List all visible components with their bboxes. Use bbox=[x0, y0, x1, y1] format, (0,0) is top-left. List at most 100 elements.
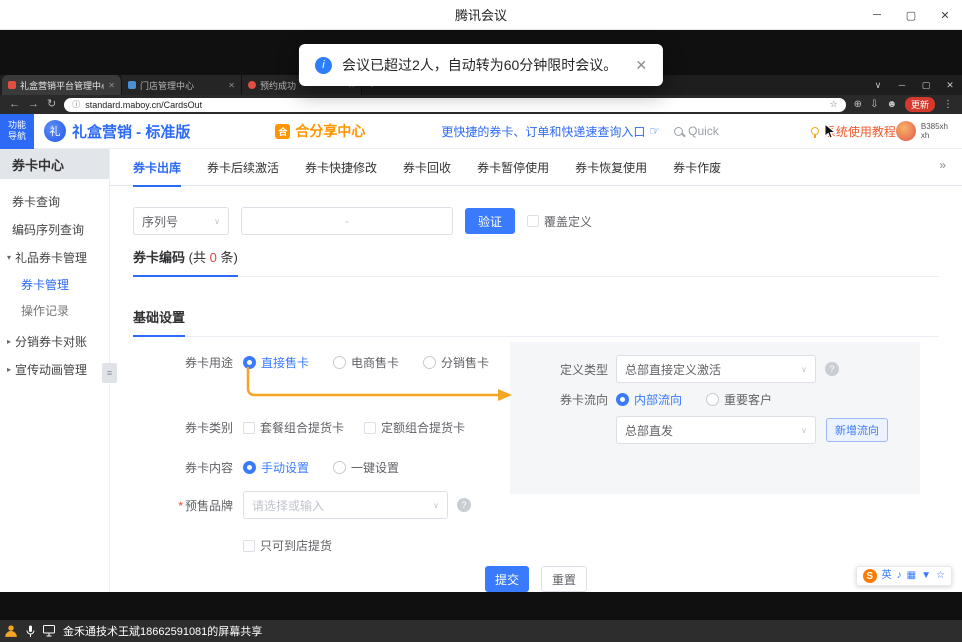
browser-minimize-icon[interactable]: ─ bbox=[890, 75, 914, 95]
sidebar-item-card-query[interactable]: 券卡查询 bbox=[0, 187, 109, 215]
sidebar-item-operation-log[interactable]: 操作记录 bbox=[0, 297, 109, 323]
checkbox-fixed-card-label[interactable]: 定额组合提货卡 bbox=[381, 419, 465, 436]
sidebar-item-serial-query[interactable]: 编码序列查询 bbox=[0, 215, 109, 243]
verify-button[interactable]: 验证 bbox=[465, 208, 515, 234]
share-center-link[interactable]: 合 合分享中心 bbox=[275, 121, 365, 141]
override-checkbox-group[interactable]: 覆盖定义 bbox=[527, 213, 592, 230]
checkbox-fixed-card[interactable] bbox=[364, 422, 376, 434]
radio-direct-sale[interactable] bbox=[243, 356, 256, 369]
screen-share-bar: 金禾通技术王斌18662591081的屏幕共享 bbox=[0, 620, 962, 642]
browser-tab-1[interactable]: 礼盒营销平台管理中心 ✕ bbox=[2, 75, 122, 95]
radio-internal-flow[interactable] bbox=[616, 393, 629, 406]
serial-number-input[interactable] bbox=[241, 207, 453, 235]
radio-key-customer-label[interactable]: 重要客户 bbox=[724, 391, 772, 408]
radio-one-click-setup-label[interactable]: 一键设置 bbox=[351, 459, 399, 476]
language-badge[interactable]: 英 bbox=[882, 571, 892, 581]
translator-logo-icon[interactable]: S bbox=[863, 569, 877, 583]
notification-close-icon[interactable]: ✕ bbox=[635, 57, 647, 74]
address-bar[interactable]: ⓘ standard.maboy.cn/CardsOut ☆ bbox=[64, 98, 845, 112]
tab-card-activate[interactable]: 券卡后续激活 bbox=[207, 149, 279, 186]
share-center-label: 合分享中心 bbox=[295, 121, 365, 141]
tutorial-link[interactable]: 系统使用教程 bbox=[811, 123, 896, 140]
radio-distribution-sale[interactable] bbox=[423, 356, 436, 369]
serial-type-select[interactable]: 序列号 ∨ bbox=[133, 207, 229, 235]
category-row: 券卡类别 套餐组合提货卡 定额组合提货卡 bbox=[133, 419, 465, 436]
collapse-panel-icon[interactable]: » bbox=[939, 158, 946, 172]
notification-text: 会议已超过2人，自动转为60分钟限时会议。 bbox=[342, 55, 617, 75]
radio-one-click-setup[interactable] bbox=[333, 461, 346, 474]
browser-menu-icon[interactable]: ⋮ bbox=[943, 100, 953, 110]
bookmark-star-icon[interactable]: ☆ bbox=[830, 99, 838, 110]
browser-close-icon[interactable]: ✕ bbox=[938, 75, 962, 95]
site-info-icon[interactable]: ⓘ bbox=[72, 99, 80, 110]
maximize-icon[interactable]: ▢ bbox=[894, 0, 928, 30]
brand[interactable]: 礼 礼盒营销 - 标准版 bbox=[44, 120, 190, 142]
define-type-select[interactable]: 总部直接定义激活 ∨ bbox=[616, 355, 816, 383]
back-icon[interactable]: ← bbox=[9, 99, 20, 110]
tab-close-icon[interactable]: ✕ bbox=[108, 81, 115, 90]
checkbox-combo-card-label[interactable]: 套餐组合提货卡 bbox=[260, 419, 344, 436]
close-icon[interactable]: ✕ bbox=[928, 0, 962, 30]
favorite-icon[interactable]: ☆ bbox=[936, 571, 945, 581]
sidebar-group-gift-cards[interactable]: ▾ 礼品券卡管理 bbox=[0, 243, 109, 271]
dropdown-icon[interactable]: ▼ bbox=[921, 571, 931, 581]
radio-manual-setup-label[interactable]: 手动设置 bbox=[261, 459, 309, 476]
user-menu[interactable]: B385xh xh bbox=[896, 121, 948, 141]
browser-update-button[interactable]: 更新 bbox=[905, 97, 935, 112]
radio-distribution-sale-label[interactable]: 分销售卡 bbox=[441, 354, 489, 371]
basic-section-header: 基础设置 bbox=[133, 307, 939, 337]
forward-icon[interactable]: → bbox=[28, 99, 39, 110]
browser-tab-2[interactable]: 门店管理中心 ✕ bbox=[122, 75, 242, 95]
tab-card-void[interactable]: 券卡作废 bbox=[673, 149, 721, 186]
checkbox-store-pickup-only-label[interactable]: 只可到店提货 bbox=[260, 537, 332, 554]
info-icon: i bbox=[315, 57, 332, 74]
help-icon[interactable]: ? bbox=[825, 362, 839, 376]
tab-card-quick-edit[interactable]: 券卡快捷修改 bbox=[305, 149, 377, 186]
sidebar-drag-handle[interactable]: ≡ bbox=[102, 363, 117, 383]
zoom-icon[interactable]: ⊕ bbox=[854, 100, 862, 110]
tab-card-pause[interactable]: 券卡暂停使用 bbox=[477, 149, 549, 186]
override-checkbox[interactable] bbox=[527, 215, 539, 227]
chevron-right-icon: ▸ bbox=[7, 337, 11, 346]
checkbox-store-pickup-only[interactable] bbox=[243, 540, 255, 552]
radio-ecommerce-sale-label[interactable]: 电商售卡 bbox=[351, 354, 399, 371]
reset-button[interactable]: 重置 bbox=[541, 566, 587, 592]
checkbox-combo-card[interactable] bbox=[243, 422, 255, 434]
browser-maximize-icon[interactable]: ▢ bbox=[914, 75, 938, 95]
sidebar-item-card-management[interactable]: 券卡管理 bbox=[0, 271, 109, 297]
flow-select[interactable]: 总部直发 ∨ bbox=[616, 416, 816, 444]
quick-search[interactable]: Quick bbox=[674, 124, 719, 138]
radio-ecommerce-sale[interactable] bbox=[333, 356, 346, 369]
help-icon[interactable]: ? bbox=[457, 498, 471, 512]
nav-toggle-button[interactable]: 功能 导航 bbox=[0, 114, 34, 149]
submit-button[interactable]: 提交 bbox=[485, 566, 529, 592]
minimize-icon[interactable]: ─ bbox=[860, 0, 894, 30]
chevron-right-icon: ▸ bbox=[7, 365, 11, 374]
flow-label: 券卡流向 bbox=[510, 391, 608, 408]
sidebar-group-label: 分销券卡对账 bbox=[15, 333, 87, 350]
sidebar-group-distribution[interactable]: ▸ 分销券卡对账 bbox=[0, 327, 109, 355]
tab-search-chevron-icon[interactable]: ∨ bbox=[866, 75, 890, 95]
profile-icon[interactable]: ☻ bbox=[886, 100, 897, 110]
add-flow-button[interactable]: 新增流向 bbox=[826, 418, 888, 442]
reload-icon[interactable]: ↻ bbox=[47, 99, 56, 110]
radio-internal-flow-label[interactable]: 内部流向 bbox=[634, 391, 682, 408]
radio-direct-sale-label[interactable]: 直接售卡 bbox=[261, 354, 309, 371]
tab-card-outbound[interactable]: 券卡出库 bbox=[133, 149, 181, 186]
sidebar-group-animation[interactable]: ▸ 宣传动画管理 bbox=[0, 355, 109, 383]
quick-entry-link[interactable]: 更快捷的券卡、订单和快递速查询入口 ☞ bbox=[441, 123, 660, 140]
radio-manual-setup[interactable] bbox=[243, 461, 256, 474]
speaker-icon[interactable]: ♪ bbox=[897, 571, 902, 581]
tab-close-icon[interactable]: ✕ bbox=[228, 81, 235, 90]
user-sub: xh bbox=[921, 131, 948, 140]
sidebar: 券卡中心 券卡查询 编码序列查询 ▾ 礼品券卡管理 券卡管理 操作记录 ▸ 分销… bbox=[0, 149, 110, 592]
panel-icon[interactable]: ▦ bbox=[907, 571, 916, 581]
radio-key-customer[interactable] bbox=[706, 393, 719, 406]
meeting-notification: i 会议已超过2人，自动转为60分钟限时会议。 ✕ bbox=[299, 44, 663, 86]
tab-card-resume[interactable]: 券卡恢复使用 bbox=[575, 149, 647, 186]
sidebar-list: 券卡查询 编码序列查询 ▾ 礼品券卡管理 券卡管理 操作记录 ▸ 分销券卡对账 … bbox=[0, 179, 109, 383]
brand-select[interactable]: 请选择或输入 ∨ bbox=[243, 491, 448, 519]
tab-card-recycle[interactable]: 券卡回收 bbox=[403, 149, 451, 186]
download-icon[interactable]: ⇩ bbox=[870, 100, 878, 110]
quick-entry-label: 更快捷的券卡、订单和快递速查询入口 bbox=[441, 123, 645, 140]
